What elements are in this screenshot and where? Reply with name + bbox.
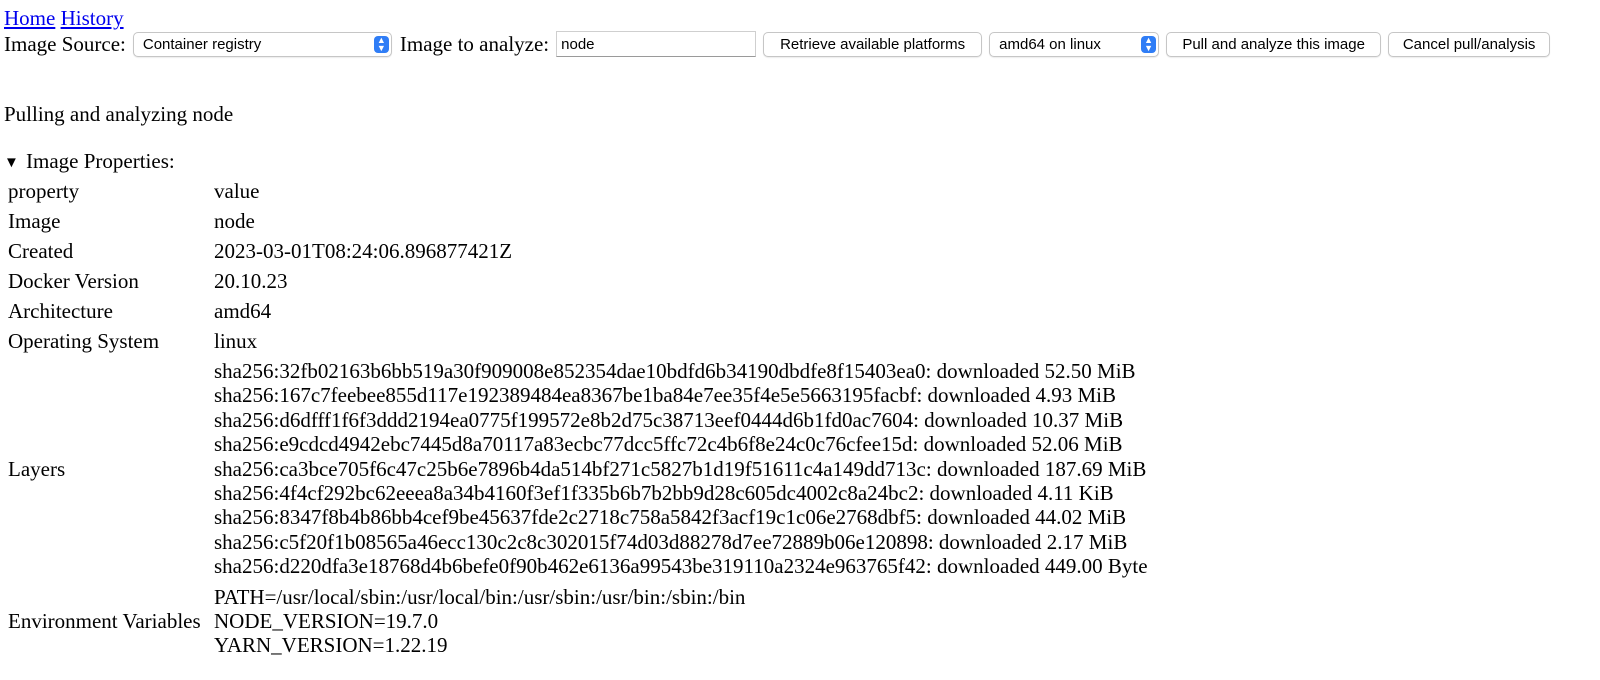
layer-item: sha256:32fb02163b6bb519a30f909008e852354…: [214, 359, 1136, 383]
retrieve-platforms-button[interactable]: Retrieve available platforms: [763, 31, 983, 57]
history-link[interactable]: History: [61, 6, 124, 30]
architecture-key: Architecture: [8, 298, 113, 323]
image-value: node: [214, 208, 255, 233]
top-nav: Home History: [4, 5, 124, 31]
created-value: 2023-03-01T08:24:06.896877421Z: [214, 238, 513, 263]
image-properties-summary: Image Properties:: [26, 149, 175, 173]
property-header: property: [8, 178, 80, 203]
layer-item: sha256:d220dfa3e18768d4b6befe0f90b462e61…: [214, 554, 1148, 579]
cancel-pull-button[interactable]: Cancel pull/analysis: [1388, 31, 1551, 57]
table-row: Docker Version 20.10.23: [8, 266, 1148, 296]
image-properties-toggle[interactable]: ▼ Image Properties:: [4, 148, 175, 176]
image-source-select[interactable]: Container registry ▲ ▼: [132, 31, 392, 57]
disclosure-triangle-icon: ▼: [4, 155, 19, 171]
created-key: Created: [8, 238, 74, 263]
env-item: NODE_VERSION=19.7.0: [214, 609, 439, 634]
docker-version-value: 20.10.23: [214, 268, 288, 293]
layer-item: sha256:ca3bce705f6c47c25b6e7896b4da514bf…: [214, 456, 1147, 481]
docker-version-key: Docker Version: [8, 268, 139, 293]
table-row: Image node: [8, 206, 1148, 236]
home-link[interactable]: Home: [4, 6, 55, 30]
platform-select[interactable]: amd64 on linux ▲ ▼: [989, 31, 1160, 57]
image-to-analyze-label: Image to analyze:: [399, 31, 550, 56]
image-name-value: node: [561, 35, 595, 53]
layer-item: sha256:d6dfff1f6f3ddd2194ea0775f199572e8…: [214, 407, 1124, 432]
table-row: Environment Variables PATH=/usr/local/sb…: [8, 582, 1148, 661]
layer-item: sha256:8347f8b4b86bb4cef9be45637fde2c271…: [214, 505, 1127, 530]
layer-item: sha256:c5f20f1b08565a46ecc130c2c8c302015…: [214, 529, 1128, 554]
image-source-label: Image Source:: [4, 31, 126, 56]
layers-key: Layers: [8, 456, 66, 481]
architecture-value: amd64: [214, 298, 272, 323]
image-name-input[interactable]: node: [556, 31, 757, 57]
env-list: PATH=/usr/local/sbin:/usr/local/bin:/usr…: [214, 582, 1148, 661]
platform-value: amd64 on linux: [999, 35, 1101, 53]
table-row: Created 2023-03-01T08:24:06.896877421Z: [8, 236, 1148, 266]
table-header-row: property value: [8, 176, 1148, 206]
layer-item: sha256:167c7feebee855d117e192389484ea836…: [214, 383, 1116, 408]
table-row: Architecture amd64: [8, 296, 1148, 326]
env-key: Environment Variables: [8, 609, 201, 634]
image-source-value: Container registry: [142, 35, 262, 53]
layer-item: sha256:4f4cf292bc62eeea8a34b4160f3ef1f33…: [214, 481, 1114, 506]
properties-table: property value Image node Created 2023-0…: [8, 176, 1148, 661]
env-item: YARN_VERSION=1.22.19: [214, 633, 448, 658]
env-item: PATH=/usr/local/sbin:/usr/local/bin:/usr…: [214, 584, 746, 609]
pull-analyze-button[interactable]: Pull and analyze this image: [1166, 31, 1382, 57]
value-header: value: [214, 178, 260, 203]
image-key: Image: [8, 208, 61, 233]
os-key: Operating System: [8, 328, 160, 353]
table-row: Operating System linux: [8, 326, 1148, 356]
select-arrows-icon: ▲ ▼: [373, 35, 389, 53]
layer-item: sha256:e9cdcd4942ebc7445d8a70117a83ecbc7…: [214, 432, 1123, 457]
status-message: Pulling and analyzing node: [4, 102, 234, 126]
select-arrows-icon: ▲ ▼: [1141, 35, 1157, 53]
os-value: linux: [214, 328, 258, 353]
analyze-toolbar: Image Source: Container registry ▲ ▼ Imag…: [4, 30, 1551, 58]
layers-list: sha256:32fb02163b6bb519a30f909008e852354…: [214, 356, 1148, 582]
table-row: Layers sha256:32fb02163b6bb519a30f909008…: [8, 356, 1148, 582]
